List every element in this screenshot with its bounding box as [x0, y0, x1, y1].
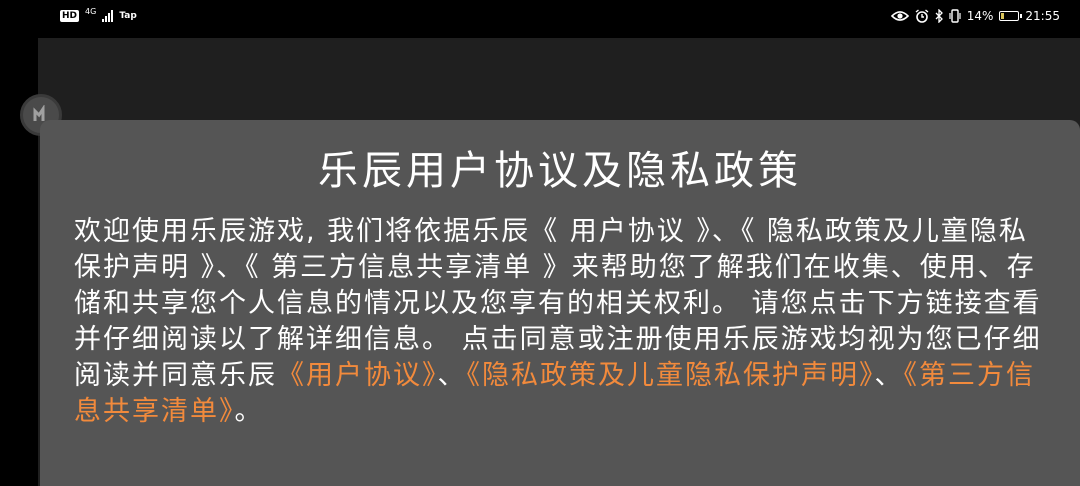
eye-icon [890, 11, 909, 21]
status-left: HD 4G Tap [60, 7, 137, 22]
battery-icon [999, 11, 1023, 21]
separator: 、 [437, 360, 467, 391]
agreement-dialog: 乐辰用户协议及隐私政策 欢迎使用乐辰游戏, 我们将依据乐辰《 用户协议 》、《 … [40, 120, 1080, 486]
battery-percent: 14% [966, 9, 994, 23]
signal-icon [102, 10, 114, 22]
network-type: 4G [85, 7, 97, 16]
hd-badge: HD [60, 10, 80, 22]
battery-fill [1001, 13, 1004, 19]
tap-label: Tap [119, 11, 137, 21]
user-agreement-link[interactable]: 《用户协议》 [277, 360, 438, 391]
dialog-title: 乐辰用户协议及隐私政策 [318, 148, 802, 194]
bluetooth-icon [935, 9, 943, 23]
privacy-policy-link[interactable]: 《隐私政策及儿童隐私保护声明》 [467, 360, 875, 391]
body-end: 。 [234, 396, 264, 427]
separator: 、 [874, 360, 904, 391]
vibrate-icon [949, 9, 961, 23]
dialog-body: 欢迎使用乐辰游戏, 我们将依据乐辰《 用户协议 》、《 隐私政策及儿童隐私保护声… [74, 214, 1046, 430]
status-bar: HD 4G Tap 14% 21:55 [0, 0, 1080, 36]
status-right: 14% 21:55 [890, 9, 1060, 23]
screen: HD 4G Tap 14% 21:55 乐辰用户协议及隐私政策 欢迎使用乐辰游戏… [0, 0, 1080, 486]
clock: 21:55 [1025, 9, 1060, 23]
alarm-icon [915, 9, 929, 23]
